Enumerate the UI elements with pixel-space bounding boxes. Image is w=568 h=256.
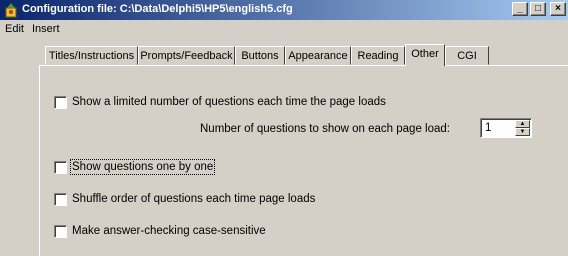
tab-other[interactable]: Other — [405, 44, 445, 66]
tab-label: Prompts/Feedback — [140, 50, 233, 62]
limit-questions-checkbox[interactable] — [54, 96, 67, 109]
tab-prompts-feedback[interactable]: Prompts/Feedback — [138, 46, 235, 65]
one-by-one-checkbox[interactable] — [54, 161, 67, 174]
tab-appearance[interactable]: Appearance — [285, 46, 351, 65]
close-icon: × — [555, 3, 561, 14]
tab-label: CGI — [457, 50, 477, 62]
shuffle-order-label: Shuffle order of questions each time pag… — [72, 193, 316, 205]
one-by-one-label: Show questions one by one — [69, 159, 216, 175]
maximize-icon: □ — [534, 3, 542, 14]
case-sensitive-checkbox[interactable] — [54, 225, 67, 238]
tab-cgi[interactable]: CGI — [445, 46, 489, 65]
minimize-button[interactable]: _ — [512, 2, 528, 16]
tab-titles-instructions[interactable]: Titles/Instructions — [45, 46, 138, 65]
tab-label: Appearance — [288, 50, 348, 62]
menu-edit[interactable]: Edit — [5, 23, 24, 35]
minimize-icon: _ — [517, 3, 523, 14]
case-sensitive-label: Make answer-checking case-sensitive — [72, 225, 266, 237]
questions-count-label: Number of questions to show on each page… — [200, 123, 450, 135]
questions-count-spinner[interactable]: 1 ▲ ▼ — [480, 118, 532, 138]
window-title: Configuration file: C:\Data\Delphi5\HP5\… — [22, 3, 293, 15]
tab-label: Other — [411, 48, 439, 60]
title-bar[interactable]: Configuration file: C:\Data\Delphi5\HP5\… — [0, 0, 568, 20]
limit-questions-label: Show a limited number of questions each … — [72, 96, 386, 108]
tab-label: Reading — [357, 50, 399, 62]
spin-up-icon: ▲ — [519, 121, 526, 127]
maximize-button[interactable]: □ — [530, 2, 546, 16]
tab-label: Titles/Instructions — [48, 50, 135, 62]
spin-down-icon: ▼ — [519, 129, 526, 135]
menu-bar: Edit Insert — [0, 20, 568, 39]
tab-buttons[interactable]: Buttons — [235, 46, 285, 65]
tab-reading[interactable]: Reading — [351, 46, 405, 65]
spinner-buttons: ▲ ▼ — [515, 120, 530, 136]
menu-insert[interactable]: Insert — [32, 23, 60, 35]
questions-count-value[interactable]: 1 — [485, 122, 491, 134]
close-button[interactable]: × — [550, 2, 566, 16]
spin-down-button[interactable]: ▼ — [515, 128, 530, 136]
shuffle-order-checkbox[interactable] — [54, 193, 67, 206]
spin-up-button[interactable]: ▲ — [515, 120, 530, 128]
app-icon — [5, 3, 17, 18]
tab-label: Buttons — [241, 50, 279, 62]
